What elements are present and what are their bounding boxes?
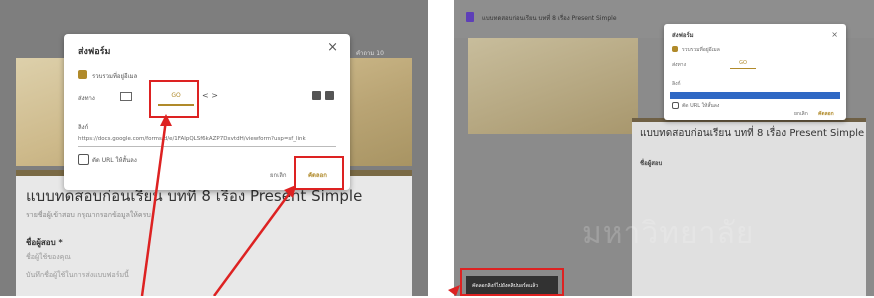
right-screenshot: แบบทดสอบก่อนเรียน บทที่ 8 เรื่อง Present… [454,0,874,296]
shorten-url-checkbox[interactable] [672,102,679,109]
form-field-label: ชื่อผู้สอบ [640,160,663,167]
copy-button[interactable]: คัดลอก [818,110,834,118]
cancel-button[interactable]: ยกเลิก [794,110,808,118]
doc-title: แบบทดสอบก่อนเรียน บทที่ 8 เรื่อง Present… [482,15,617,22]
gap-arrow [448,285,460,296]
close-icon[interactable]: × [831,30,838,39]
dialog-title: ส่งฟอร์ม [672,32,694,39]
shorten-url-label: ตัด URL ให้สั้นลง [682,103,720,109]
arrow-head-link-tab [160,114,172,126]
toast-highlight [460,268,564,296]
left-screenshot: คำถาม 10 แบบทดสอบก่อนเรียน บทที่ 8 เรื่อ… [0,0,428,296]
watermark: มหาวิทยาลัย [582,216,755,251]
send-via-label: ส่งทาง [672,62,687,68]
arrow-head-copy-button [284,185,296,198]
forms-doc-icon [466,12,474,22]
arrow-to-link-tab [140,119,168,296]
link-label: ลิงก์ [672,81,681,87]
gap-arrow-head [448,285,460,296]
arrow-to-copy-button [212,189,294,296]
send-form-dialog: ส่งฟอร์ม × รวบรวมที่อยู่อีเมล ส่งทาง GO … [664,24,846,120]
form-title: แบบทดสอบก่อนเรียน บทที่ 8 เรื่อง Present… [640,128,865,139]
selected-url-field[interactable] [670,92,840,99]
collect-emails-checkbox[interactable] [672,46,678,52]
link-tab[interactable]: GO [730,58,756,69]
collect-emails-label: รวบรวมที่อยู่อีเมล [682,47,720,53]
annotation-arrows [140,114,296,296]
form-header-image [468,38,638,134]
